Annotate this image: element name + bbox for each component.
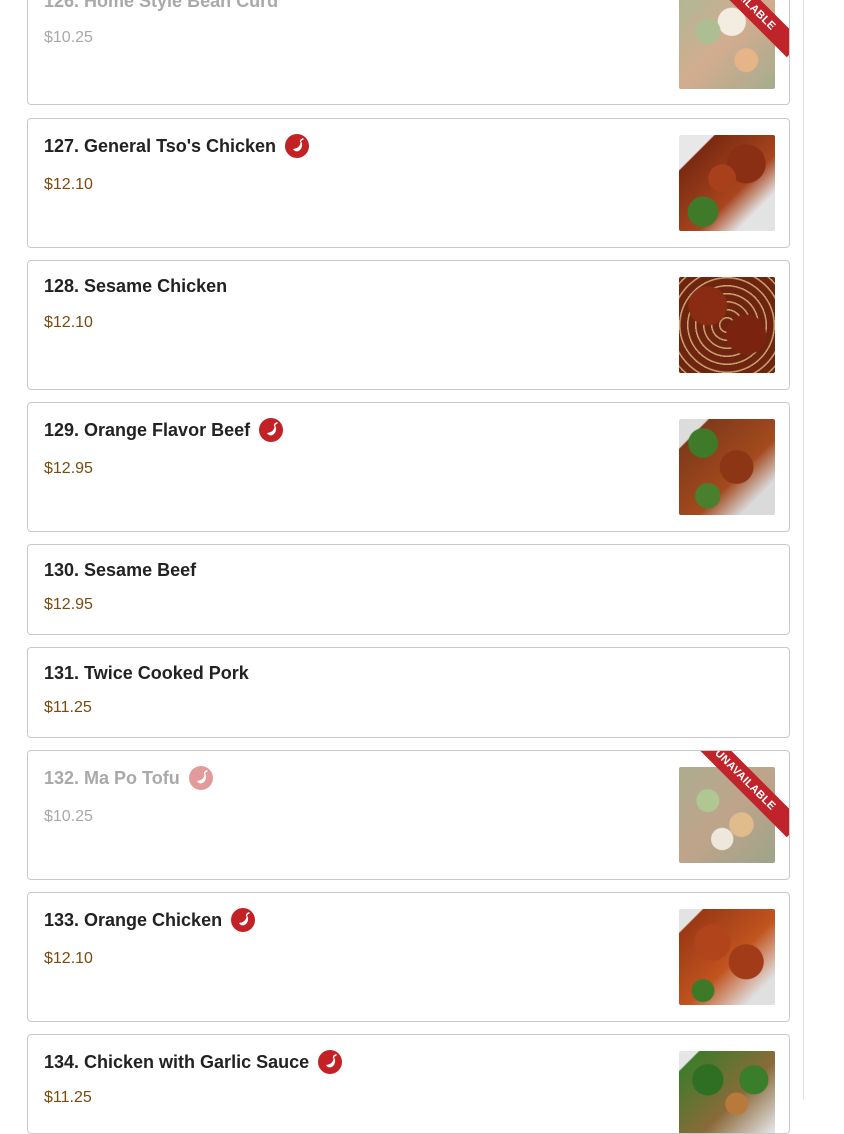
menu-item-card[interactable]: 134. Chicken with Garlic Sauce $11.25: [27, 1034, 790, 1134]
menu-item-card[interactable]: 130. Sesame Beef $12.95: [27, 544, 790, 635]
menu-item-list: 126. Home Style Bean Curd $10.25 UNAVAIL…: [0, 0, 844, 1134]
menu-item-title-row: 131. Twice Cooked Pork: [44, 663, 249, 684]
menu-item-card[interactable]: 133. Orange Chicken $12.10: [27, 892, 790, 1022]
menu-item-price: $12.10: [44, 314, 93, 331]
menu-item-photo: [679, 135, 775, 231]
menu-item-price: $12.95: [44, 460, 93, 477]
menu-item-name: 132. Ma Po Tofu: [44, 767, 180, 788]
menu-item-title-row: 130. Sesame Beef: [44, 560, 196, 581]
menu-item-name: 133. Orange Chicken: [44, 909, 223, 930]
menu-item-name: 129. Orange Flavor Beef: [44, 419, 251, 440]
menu-item-card[interactable]: 127. General Tso's Chicken $12.10: [27, 118, 790, 248]
menu-item-price: $12.10: [44, 176, 93, 193]
menu-item-title-row: 134. Chicken with Garlic Sauce: [44, 1050, 343, 1074]
menu-item-name: 134. Chicken with Garlic Sauce: [44, 1051, 310, 1072]
menu-item-card[interactable]: 129. Orange Flavor Beef $12.95: [27, 402, 790, 532]
chili-pepper-icon: [188, 766, 213, 790]
menu-item-name: 131. Twice Cooked Pork: [44, 663, 249, 683]
menu-item-title-row: 133. Orange Chicken: [44, 908, 256, 932]
menu-item-name: 130. Sesame Beef: [44, 560, 197, 580]
chili-pepper-icon: [259, 418, 284, 442]
menu-item-photo: [679, 277, 775, 373]
menu-item-name: 126. Home Style Bean Curd: [44, 0, 279, 11]
menu-item-price: $11.25: [44, 699, 92, 716]
menu-item-title-row: 128. Sesame Chicken: [44, 276, 227, 297]
menu-item-name: 127. General Tso's Chicken: [44, 135, 277, 156]
menu-item-title-row: 126. Home Style Bean Curd: [44, 0, 278, 12]
menu-item-photo: [679, 909, 775, 1005]
menu-item-title-row: 127. General Tso's Chicken: [44, 134, 310, 158]
menu-item-photo: [679, 1051, 775, 1133]
menu-item-price: $12.10: [44, 950, 93, 967]
chili-pepper-icon: [231, 908, 256, 932]
menu-item-price: $10.25: [44, 808, 93, 825]
chili-pepper-icon: [318, 1050, 343, 1074]
menu-item-title-row: 129. Orange Flavor Beef: [44, 418, 284, 442]
menu-item-card[interactable]: 128. Sesame Chicken $12.10: [27, 260, 790, 390]
menu-item-title-row: 132. Ma Po Tofu: [44, 766, 213, 790]
menu-item-name: 128. Sesame Chicken: [44, 276, 228, 296]
menu-item-price: $11.25: [44, 1089, 92, 1106]
menu-item-price: $10.25: [44, 29, 93, 46]
menu-item-card[interactable]: 132. Ma Po Tofu $10.25 UNAVAILABLE: [27, 750, 790, 880]
menu-item-photo: [679, 419, 775, 515]
menu-item-price: $12.95: [44, 596, 93, 613]
menu-item-card[interactable]: 126. Home Style Bean Curd $10.25 UNAVAIL…: [27, 0, 790, 105]
chili-pepper-icon: [285, 134, 310, 158]
menu-item-card[interactable]: 131. Twice Cooked Pork $11.25: [27, 647, 790, 738]
